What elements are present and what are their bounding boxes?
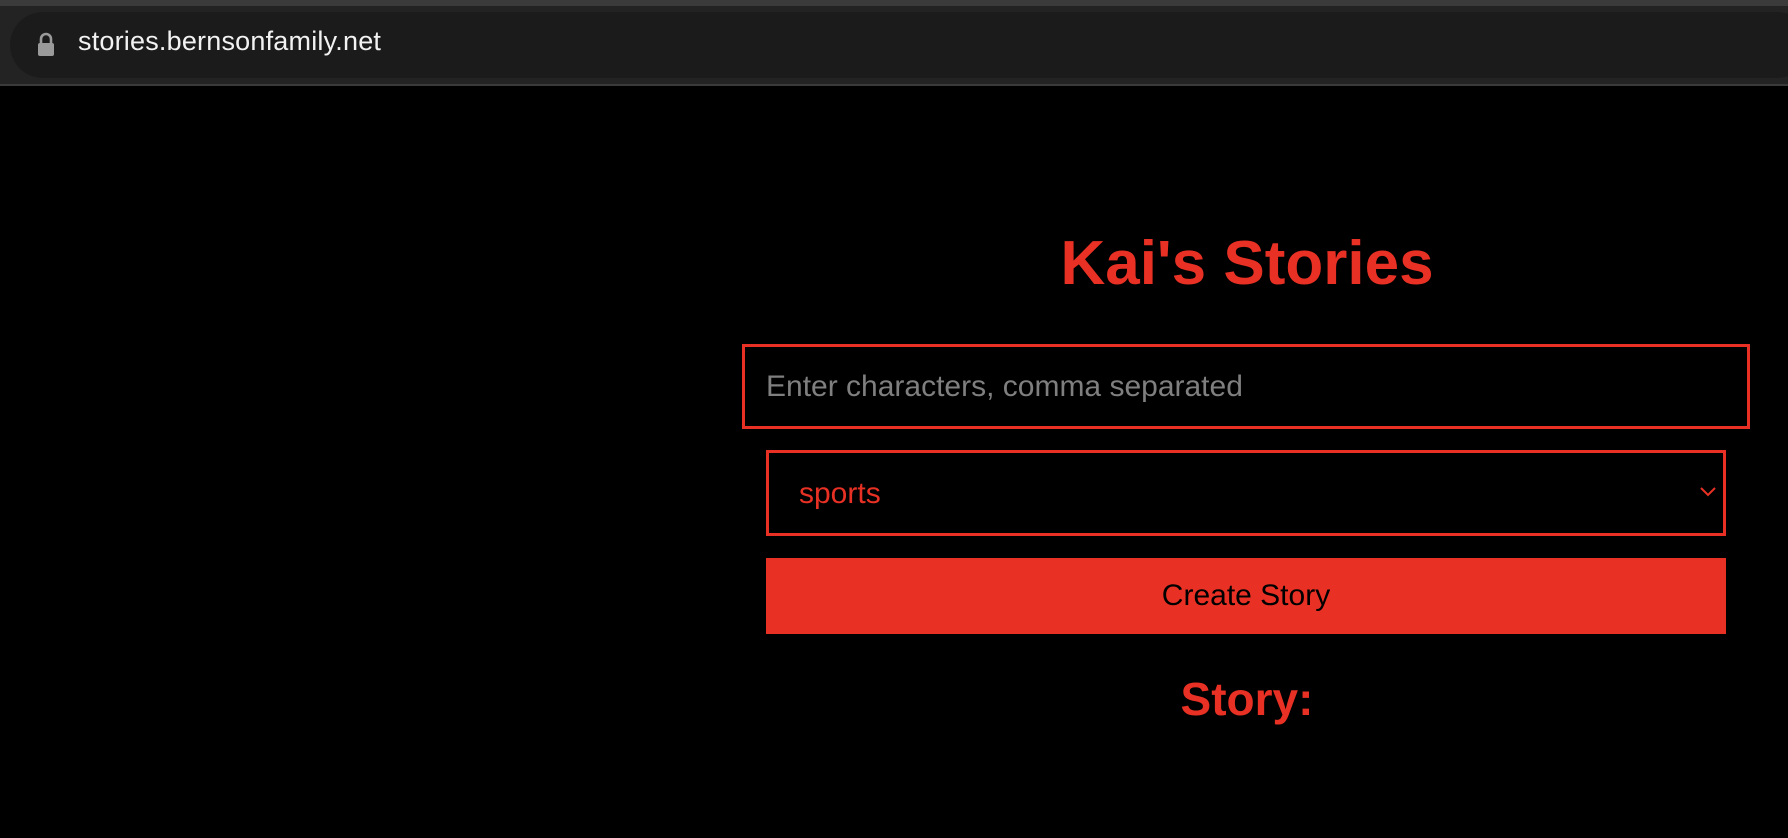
characters-input[interactable] <box>742 344 1750 429</box>
story-heading: Story: <box>1180 673 1314 725</box>
chevron-down-icon <box>1699 485 1717 497</box>
url-text[interactable]: stories.bernsonfamily.net <box>78 26 381 57</box>
genre-select-value: sports <box>799 477 881 510</box>
page-title: Kai's Stories <box>1060 229 1434 298</box>
page-content: Kai's Stories sports Create Story Story: <box>0 88 1788 838</box>
browser-toolbar: stories.bernsonfamily.net <box>0 0 1788 86</box>
create-story-button[interactable]: Create Story <box>766 558 1726 634</box>
browser-top-strip <box>0 0 1788 6</box>
genre-select[interactable]: sports <box>766 450 1726 536</box>
lock-icon[interactable] <box>35 32 57 58</box>
